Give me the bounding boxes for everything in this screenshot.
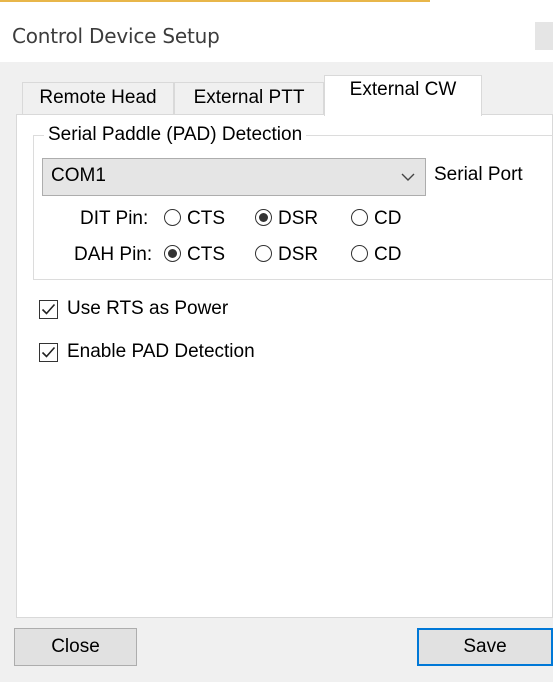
- use-rts-power-label: Use RTS as Power: [67, 298, 229, 319]
- dit-pin-dsr-radio[interactable]: DSR: [255, 206, 335, 232]
- serial-paddle-groupbox: Serial Paddle (PAD) Detection COM1 Seria…: [33, 123, 553, 280]
- radio-selected-icon: [164, 245, 181, 262]
- dit-pin-label: DIT Pin:: [80, 208, 149, 229]
- radio-label: CD: [374, 244, 402, 265]
- radio-circle-icon: [255, 245, 272, 262]
- background-window-edge: [0, 0, 430, 2]
- enable-pad-detection-checkbox-row[interactable]: Enable PAD Detection: [39, 340, 339, 366]
- tab-external-ptt[interactable]: External PTT: [174, 82, 324, 114]
- dit-pin-row: DIT Pin: CTS DSR CD: [80, 206, 540, 232]
- radio-label: DSR: [278, 208, 319, 229]
- title-bar[interactable]: Control Device Setup: [0, 4, 553, 62]
- radio-circle-icon: [351, 209, 368, 226]
- radio-label: CTS: [187, 244, 225, 265]
- window-title: Control Device Setup: [12, 24, 220, 48]
- checkmark-icon: [41, 346, 56, 358]
- use-rts-power-checkbox-row[interactable]: Use RTS as Power: [39, 297, 299, 323]
- close-button[interactable]: Close: [14, 628, 137, 666]
- dah-pin-dsr-radio[interactable]: DSR: [255, 242, 335, 268]
- dit-pin-cd-radio[interactable]: CD: [351, 206, 421, 232]
- radio-label: CD: [374, 208, 402, 229]
- close-window-button[interactable]: [535, 22, 553, 50]
- radio-circle-icon: [164, 209, 181, 226]
- checkmark-icon: [41, 303, 56, 315]
- dah-pin-cts-radio[interactable]: CTS: [164, 242, 244, 268]
- enable-pad-detection-label: Enable PAD Detection: [67, 341, 255, 362]
- radio-label: CTS: [187, 208, 225, 229]
- save-button[interactable]: Save: [417, 628, 553, 666]
- enable-pad-detection-checkbox[interactable]: [39, 343, 58, 362]
- radio-circle-icon: [351, 245, 368, 262]
- tab-external-cw[interactable]: External CW: [324, 75, 482, 116]
- dit-pin-cts-radio[interactable]: CTS: [164, 206, 244, 232]
- dah-pin-row: DAH Pin: CTS DSR CD: [74, 242, 534, 268]
- tab-panel-external-cw: Serial Paddle (PAD) Detection COM1 Seria…: [16, 114, 553, 618]
- radio-label: DSR: [278, 244, 319, 265]
- use-rts-power-checkbox[interactable]: [39, 300, 58, 319]
- serial-port-combobox[interactable]: COM1: [42, 158, 426, 196]
- chevron-down-icon: [401, 173, 415, 181]
- radio-selected-icon: [255, 209, 272, 226]
- dah-pin-cd-radio[interactable]: CD: [351, 242, 421, 268]
- dah-pin-label: DAH Pin:: [74, 244, 153, 265]
- serial-port-value: COM1: [51, 165, 106, 186]
- serial-port-label: Serial Port: [434, 164, 523, 185]
- tab-remote-head[interactable]: Remote Head: [22, 82, 174, 114]
- serial-paddle-group-title: Serial Paddle (PAD) Detection: [44, 123, 307, 147]
